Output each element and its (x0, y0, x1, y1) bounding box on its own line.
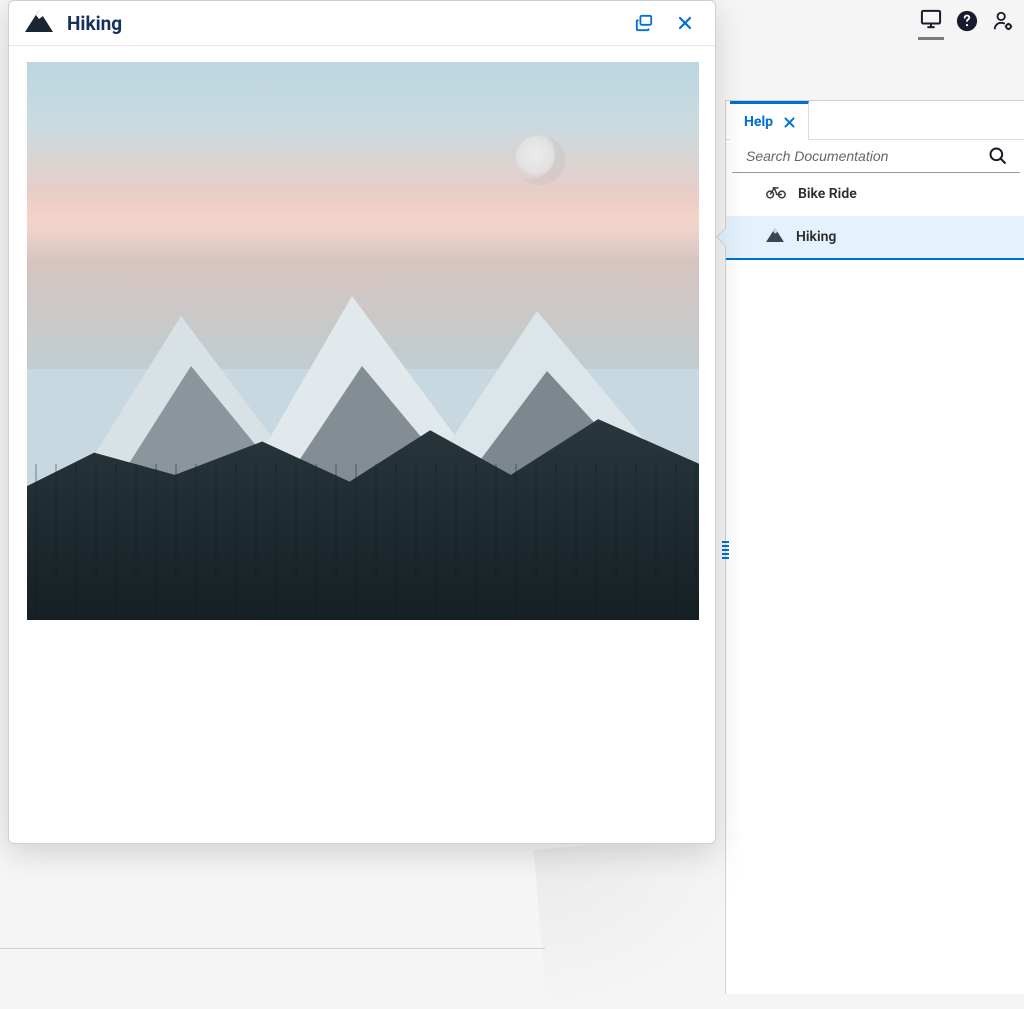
resize-handle[interactable] (722, 541, 729, 561)
search-input[interactable] (746, 148, 988, 164)
list-item-bike-ride[interactable]: Bike Ride (726, 173, 1024, 216)
close-button[interactable] (673, 11, 697, 35)
search-row (732, 140, 1020, 173)
modal-title: Hiking (67, 12, 122, 35)
list-item-label: Hiking (796, 229, 836, 245)
modal-actions (631, 10, 697, 36)
modal-header: Hiking (9, 1, 715, 46)
monitor-icon[interactable] (920, 10, 942, 32)
help-list: Bike Ride Hiking (726, 173, 1024, 260)
modal-title-group: Hiking (25, 10, 122, 36)
search-button[interactable] (988, 146, 1008, 166)
hiking-modal: Hiking (8, 0, 716, 844)
help-panel: Help (725, 100, 1024, 994)
help-tab-strip: Help (726, 101, 1024, 140)
background-decoration (533, 831, 766, 1009)
mountain-icon (766, 228, 784, 246)
modal-body (9, 46, 715, 843)
list-item-hiking[interactable]: Hiking (726, 216, 1024, 260)
help-tab-close[interactable] (783, 116, 796, 129)
divider (0, 948, 545, 949)
tab-help[interactable]: Help (730, 101, 809, 140)
help-tab-label: Help (744, 114, 773, 130)
bike-icon (766, 185, 786, 203)
popout-button[interactable] (631, 10, 657, 36)
selection-pointer-icon (717, 228, 726, 246)
mountain-icon (25, 10, 53, 36)
help-circle-icon[interactable] (956, 10, 978, 32)
list-item-label: Bike Ride (798, 186, 857, 202)
top-toolbar (920, 10, 1014, 32)
user-settings-icon[interactable] (992, 10, 1014, 32)
mountain-photo (27, 62, 699, 620)
